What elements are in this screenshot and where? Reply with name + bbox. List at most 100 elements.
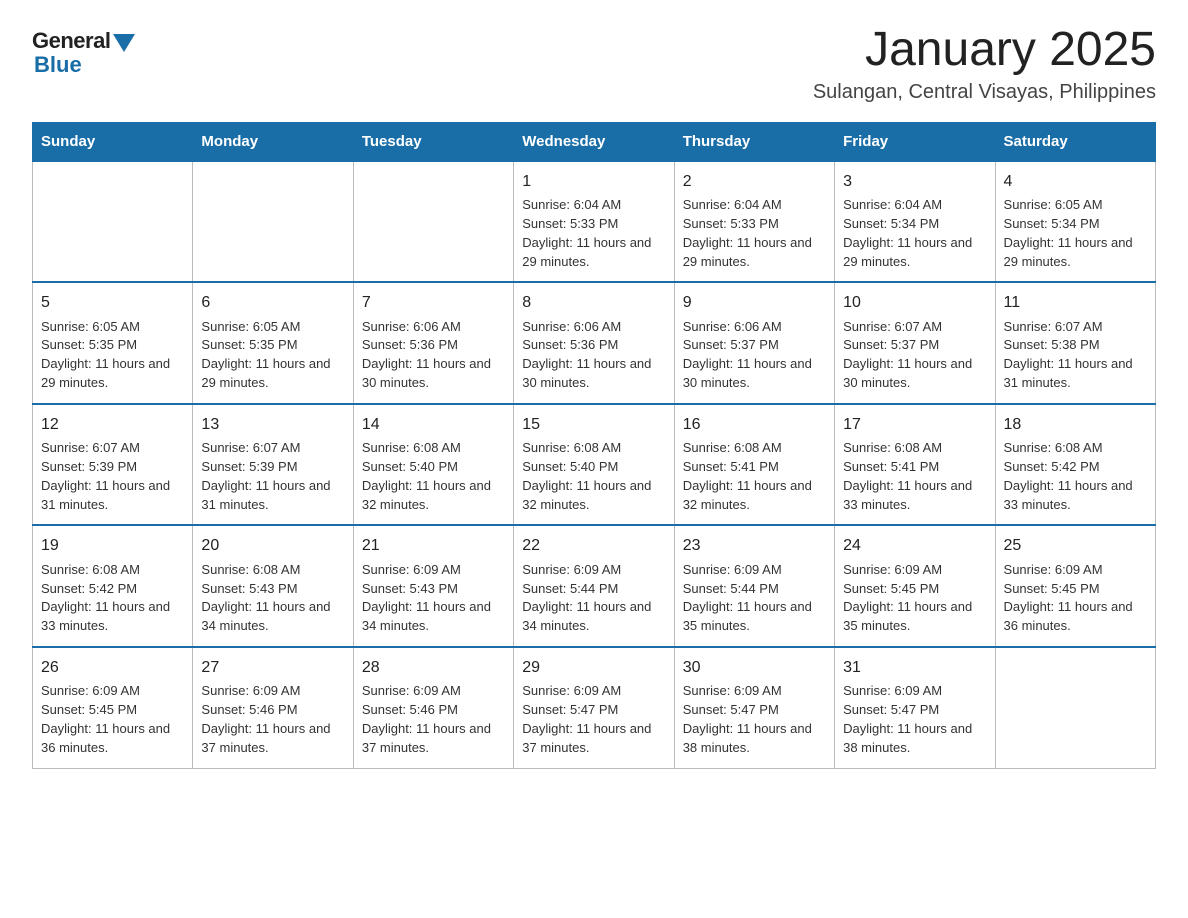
day-number: 13 bbox=[201, 413, 344, 436]
calendar-cell: 18 Sunrise: 6:08 AMSunset: 5:42 PMDayligh… bbox=[995, 404, 1155, 526]
calendar-title: January 2025 bbox=[813, 24, 1156, 77]
day-info: Sunrise: 6:08 AMSunset: 5:42 PMDaylight:… bbox=[1004, 439, 1147, 514]
calendar-cell: 29Sunrise: 6:09 AMSunset: 5:47 PMDayligh… bbox=[514, 647, 674, 768]
day-number: 26 bbox=[41, 656, 184, 679]
day-info: Sunrise: 6:09 AMSunset: 5:47 PMDaylight:… bbox=[843, 682, 986, 757]
day-info: Sunrise: 6:08 AMSunset: 5:40 PMDaylight:… bbox=[522, 439, 665, 514]
day-number: 29 bbox=[522, 656, 665, 679]
day-number: 14 bbox=[362, 413, 505, 436]
calendar-cell: 21 Sunrise: 6:09 AMSunset: 5:43 PMDayligh… bbox=[353, 525, 513, 647]
calendar-cell: 16Sunrise: 6:08 AMSunset: 5:41 PMDayligh… bbox=[674, 404, 834, 526]
day-info: Sunrise: 6:08 AMSunset: 5:43 PMDaylight:… bbox=[201, 561, 344, 636]
calendar-cell: 20 Sunrise: 6:08 AMSunset: 5:43 PMDayligh… bbox=[193, 525, 353, 647]
calendar-cell: 17 Sunrise: 6:08 AMSunset: 5:41 PMDayligh… bbox=[835, 404, 995, 526]
calendar-cell: 10 Sunrise: 6:07 AMSunset: 5:37 PMDayligh… bbox=[835, 282, 995, 404]
calendar-cell: 7Sunrise: 6:06 AMSunset: 5:36 PMDaylight… bbox=[353, 282, 513, 404]
day-info: Sunrise: 6:07 AMSunset: 5:39 PMDaylight:… bbox=[41, 439, 184, 514]
calendar-cell: 11 Sunrise: 6:07 AMSunset: 5:38 PMDayligh… bbox=[995, 282, 1155, 404]
day-info: Sunrise: 6:06 AMSunset: 5:36 PMDaylight:… bbox=[362, 318, 505, 393]
calendar-cell: 6 Sunrise: 6:05 AMSunset: 5:35 PMDaylight… bbox=[193, 282, 353, 404]
calendar-cell: 12 Sunrise: 6:07 AMSunset: 5:39 PMDayligh… bbox=[33, 404, 193, 526]
day-info: Sunrise: 6:07 AMSunset: 5:39 PMDaylight:… bbox=[201, 439, 344, 514]
day-number: 18 bbox=[1004, 413, 1147, 436]
day-info: Sunrise: 6:09 AMSunset: 5:46 PMDaylight:… bbox=[362, 682, 505, 757]
weekday-header-sunday: Sunday bbox=[33, 122, 193, 161]
week-row-2: 5 Sunrise: 6:05 AMSunset: 5:35 PMDaylight… bbox=[33, 282, 1156, 404]
calendar-cell: 27 Sunrise: 6:09 AMSunset: 5:46 PMDayligh… bbox=[193, 647, 353, 768]
day-info: Sunrise: 6:09 AMSunset: 5:46 PMDaylight:… bbox=[201, 682, 344, 757]
calendar-cell: 19 Sunrise: 6:08 AMSunset: 5:42 PMDayligh… bbox=[33, 525, 193, 647]
calendar-cell bbox=[33, 161, 193, 283]
day-number: 5 bbox=[41, 291, 184, 314]
calendar-cell bbox=[193, 161, 353, 283]
day-number: 20 bbox=[201, 534, 344, 557]
day-info: Sunrise: 6:08 AMSunset: 5:42 PMDaylight:… bbox=[41, 561, 184, 636]
day-number: 15 bbox=[522, 413, 665, 436]
calendar-cell: 15 Sunrise: 6:08 AMSunset: 5:40 PMDayligh… bbox=[514, 404, 674, 526]
calendar-cell: 24 Sunrise: 6:09 AMSunset: 5:45 PMDayligh… bbox=[835, 525, 995, 647]
day-info: Sunrise: 6:08 AMSunset: 5:41 PMDaylight:… bbox=[843, 439, 986, 514]
day-number: 25 bbox=[1004, 534, 1147, 557]
day-info: Sunrise: 6:05 AMSunset: 5:34 PMDaylight:… bbox=[1004, 196, 1147, 271]
day-info: Sunrise: 6:09 AMSunset: 5:47 PMDaylight:… bbox=[683, 682, 826, 757]
calendar-cell: 4 Sunrise: 6:05 AMSunset: 5:34 PMDaylight… bbox=[995, 161, 1155, 283]
day-number: 11 bbox=[1004, 291, 1147, 314]
weekday-header-tuesday: Tuesday bbox=[353, 122, 513, 161]
day-number: 28 bbox=[362, 656, 505, 679]
calendar-cell: 13 Sunrise: 6:07 AMSunset: 5:39 PMDayligh… bbox=[193, 404, 353, 526]
day-info: Sunrise: 6:08 AMSunset: 5:40 PMDaylight:… bbox=[362, 439, 505, 514]
calendar-cell: 23Sunrise: 6:09 AMSunset: 5:44 PMDayligh… bbox=[674, 525, 834, 647]
day-number: 4 bbox=[1004, 170, 1147, 193]
day-number: 24 bbox=[843, 534, 986, 557]
day-info: Sunrise: 6:04 AMSunset: 5:34 PMDaylight:… bbox=[843, 196, 986, 271]
day-number: 6 bbox=[201, 291, 344, 314]
weekday-header-thursday: Thursday bbox=[674, 122, 834, 161]
weekday-header-wednesday: Wednesday bbox=[514, 122, 674, 161]
logo-blue-text: Blue bbox=[34, 52, 82, 78]
day-info: Sunrise: 6:04 AMSunset: 5:33 PMDaylight:… bbox=[683, 196, 826, 271]
calendar-cell: 14 Sunrise: 6:08 AMSunset: 5:40 PMDayligh… bbox=[353, 404, 513, 526]
calendar-cell: 8 Sunrise: 6:06 AMSunset: 5:36 PMDaylight… bbox=[514, 282, 674, 404]
day-number: 1 bbox=[522, 170, 665, 193]
day-info: Sunrise: 6:06 AMSunset: 5:37 PMDaylight:… bbox=[683, 318, 826, 393]
calendar-cell bbox=[353, 161, 513, 283]
day-info: Sunrise: 6:09 AMSunset: 5:45 PMDaylight:… bbox=[41, 682, 184, 757]
calendar-cell: 30 Sunrise: 6:09 AMSunset: 5:47 PMDayligh… bbox=[674, 647, 834, 768]
day-number: 31 bbox=[843, 656, 986, 679]
day-number: 10 bbox=[843, 291, 986, 314]
day-info: Sunrise: 6:09 AMSunset: 5:43 PMDaylight:… bbox=[362, 561, 505, 636]
calendar-cell: 31 Sunrise: 6:09 AMSunset: 5:47 PMDayligh… bbox=[835, 647, 995, 768]
weekday-header-monday: Monday bbox=[193, 122, 353, 161]
title-section: January 2025 Sulangan, Central Visayas, … bbox=[813, 24, 1156, 104]
day-info: Sunrise: 6:09 AMSunset: 5:45 PMDaylight:… bbox=[1004, 561, 1147, 636]
day-number: 27 bbox=[201, 656, 344, 679]
day-number: 30 bbox=[683, 656, 826, 679]
logo: General Blue bbox=[32, 24, 135, 78]
day-number: 17 bbox=[843, 413, 986, 436]
week-row-5: 26 Sunrise: 6:09 AMSunset: 5:45 PMDayligh… bbox=[33, 647, 1156, 768]
day-info: Sunrise: 6:04 AMSunset: 5:33 PMDaylight:… bbox=[522, 196, 665, 271]
calendar-table: SundayMondayTuesdayWednesdayThursdayFrid… bbox=[32, 122, 1156, 769]
day-number: 16 bbox=[683, 413, 826, 436]
day-number: 22 bbox=[522, 534, 665, 557]
day-info: Sunrise: 6:05 AMSunset: 5:35 PMDaylight:… bbox=[41, 318, 184, 393]
day-info: Sunrise: 6:09 AMSunset: 5:45 PMDaylight:… bbox=[843, 561, 986, 636]
day-info: Sunrise: 6:06 AMSunset: 5:36 PMDaylight:… bbox=[522, 318, 665, 393]
calendar-cell: 3Sunrise: 6:04 AMSunset: 5:34 PMDaylight… bbox=[835, 161, 995, 283]
day-number: 19 bbox=[41, 534, 184, 557]
day-number: 21 bbox=[362, 534, 505, 557]
day-info: Sunrise: 6:07 AMSunset: 5:38 PMDaylight:… bbox=[1004, 318, 1147, 393]
calendar-cell: 25 Sunrise: 6:09 AMSunset: 5:45 PMDayligh… bbox=[995, 525, 1155, 647]
day-number: 2 bbox=[683, 170, 826, 193]
day-info: Sunrise: 6:05 AMSunset: 5:35 PMDaylight:… bbox=[201, 318, 344, 393]
day-info: Sunrise: 6:09 AMSunset: 5:44 PMDaylight:… bbox=[522, 561, 665, 636]
logo-triangle-icon bbox=[113, 34, 135, 52]
week-row-3: 12 Sunrise: 6:07 AMSunset: 5:39 PMDayligh… bbox=[33, 404, 1156, 526]
day-number: 12 bbox=[41, 413, 184, 436]
day-number: 23 bbox=[683, 534, 826, 557]
calendar-cell: 28 Sunrise: 6:09 AMSunset: 5:46 PMDayligh… bbox=[353, 647, 513, 768]
day-number: 8 bbox=[522, 291, 665, 314]
weekday-header-row: SundayMondayTuesdayWednesdayThursdayFrid… bbox=[33, 122, 1156, 161]
calendar-cell: 26 Sunrise: 6:09 AMSunset: 5:45 PMDayligh… bbox=[33, 647, 193, 768]
day-info: Sunrise: 6:07 AMSunset: 5:37 PMDaylight:… bbox=[843, 318, 986, 393]
